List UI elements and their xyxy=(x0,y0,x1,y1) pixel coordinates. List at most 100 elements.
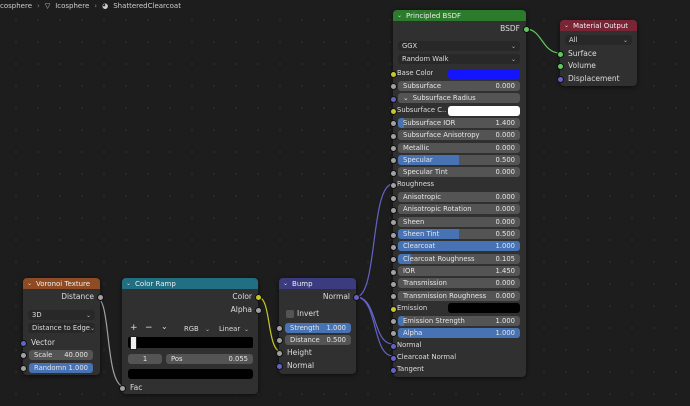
ramp-menu-button[interactable]: ⌄ xyxy=(161,322,168,331)
socket-bsdf[interactable] xyxy=(522,26,530,33)
value-field[interactable]: Specular Tint 0.000 xyxy=(398,167,520,178)
subsurface-method-select[interactable]: Random Walk ⌄ xyxy=(398,54,520,64)
socket-input[interactable] xyxy=(389,132,397,140)
value-field[interactable]: Transmission 0.000 xyxy=(398,278,520,289)
socket-distance[interactable] xyxy=(96,294,104,301)
socket-input[interactable] xyxy=(389,243,397,251)
socket-input[interactable] xyxy=(389,108,397,116)
invert-checkbox[interactable] xyxy=(286,310,294,318)
colorramp-header[interactable]: ⌄ Color Ramp xyxy=(122,278,258,289)
socket-distance[interactable] xyxy=(275,337,283,344)
bump-header[interactable]: ⌄ Bump xyxy=(279,278,356,289)
color-swatch[interactable] xyxy=(448,105,520,116)
interpolation-select[interactable]: Linear ⌄ xyxy=(215,324,253,334)
distribution-select[interactable]: GGX ⌄ xyxy=(398,41,520,51)
chevron-down-icon[interactable]: ⌄ xyxy=(564,22,569,29)
socket-input[interactable] xyxy=(389,83,397,91)
socket-strength[interactable] xyxy=(275,325,283,332)
socket-input[interactable] xyxy=(389,330,397,338)
voronoi-dimension-select[interactable]: 3D ⌄ xyxy=(28,310,95,320)
socket-surface[interactable] xyxy=(556,51,564,58)
socket-normal-out[interactable] xyxy=(352,294,360,301)
socket-normal-in[interactable] xyxy=(275,363,283,370)
socket-input[interactable] xyxy=(389,219,397,227)
socket-input[interactable] xyxy=(389,157,397,165)
value-field[interactable]: Subsurface Anisotropy 0.000 xyxy=(398,130,520,141)
vector-dropdown[interactable]: ⌄ Subsurface Radius xyxy=(398,93,520,104)
voronoi-texture-node[interactable]: ⌄ Voronoi Texture Distance 3D ⌄ Distance … xyxy=(19,278,104,375)
color-ramp-node[interactable]: ⌄ Color Ramp Color Alpha + − ⌄ RGB ⌄ Line… xyxy=(118,278,262,394)
socket-input[interactable] xyxy=(389,367,397,375)
socket-input[interactable] xyxy=(389,120,397,128)
socket-height[interactable] xyxy=(275,350,283,357)
socket-input[interactable] xyxy=(389,256,397,264)
bump-strength-field[interactable]: Strength 1.000 xyxy=(285,323,351,333)
socket-input[interactable] xyxy=(389,95,397,103)
socket-input[interactable] xyxy=(389,182,397,190)
socket-input[interactable] xyxy=(389,206,397,214)
breadcrumb-mesh[interactable]: Icosphere xyxy=(55,2,89,10)
stop-color-swatch[interactable] xyxy=(128,369,253,379)
socket-input[interactable] xyxy=(389,293,397,301)
color-stop-handle[interactable] xyxy=(130,336,137,350)
socket-color[interactable] xyxy=(254,294,262,301)
socket-input[interactable] xyxy=(389,194,397,202)
socket-input[interactable] xyxy=(389,355,397,363)
remove-stop-button[interactable]: − xyxy=(145,323,153,333)
socket-vector[interactable] xyxy=(19,340,27,347)
value-field[interactable]: IOR 1.450 xyxy=(398,266,520,277)
value-field[interactable]: Anisotropic 0.000 xyxy=(398,192,520,202)
add-stop-button[interactable]: + xyxy=(130,323,138,333)
socket-input[interactable] xyxy=(389,169,397,177)
chevron-down-icon[interactable]: ⌄ xyxy=(27,280,32,287)
stop-index-field[interactable]: 1 xyxy=(128,354,162,364)
bump-distance-field[interactable]: Distance 0.500 xyxy=(285,335,351,345)
value-field[interactable]: Sheen Tint 0.500 xyxy=(398,229,520,240)
voronoi-header[interactable]: ⌄ Voronoi Texture xyxy=(23,278,100,289)
value-field[interactable]: Anisotropic Rotation 0.000 xyxy=(398,204,520,215)
material-output-node[interactable]: ⌄ Material Output All ⌄ Surface Volume Di… xyxy=(556,20,637,86)
socket-displacement[interactable] xyxy=(556,76,564,83)
principled-bsdf-node[interactable]: ⌄ Principled BSDF BSDF GGX ⌄ Random Walk ⌄… xyxy=(389,10,530,377)
socket-input[interactable] xyxy=(389,305,397,313)
socket-fac[interactable] xyxy=(118,385,126,392)
chevron-down-icon[interactable]: ⌄ xyxy=(397,12,402,19)
value-field[interactable]: Specular 0.500 xyxy=(398,154,520,165)
value-field[interactable]: Metallic 0.000 xyxy=(398,142,520,153)
chevron-down-icon[interactable]: ⌄ xyxy=(126,280,131,287)
breadcrumb-material[interactable]: ShatteredClearcoat xyxy=(113,2,181,10)
socket-input[interactable] xyxy=(389,268,397,276)
voronoi-randomness-field[interactable]: Randomn 1.000 xyxy=(29,363,93,373)
socket-input[interactable] xyxy=(389,342,397,350)
value-field[interactable]: Subsurface 0.000 xyxy=(398,80,520,91)
stop-position-field[interactable]: Pos 0.055 xyxy=(166,354,253,364)
socket-volume[interactable] xyxy=(556,63,564,70)
voronoi-scale-field[interactable]: Scale 40.000 xyxy=(29,350,93,360)
socket-randomness[interactable] xyxy=(19,365,27,372)
socket-scale[interactable] xyxy=(19,352,27,359)
color-ramp-gradient[interactable] xyxy=(128,337,253,348)
value-field[interactable]: Subsurface IOR 1.400 xyxy=(398,117,520,128)
socket-input[interactable] xyxy=(389,318,397,325)
voronoi-feature-select[interactable]: Distance to Edge ⌄ xyxy=(28,323,95,333)
socket-input[interactable] xyxy=(389,231,397,239)
color-swatch[interactable] xyxy=(448,303,520,314)
value-field[interactable]: Clearcoat 1.000 xyxy=(398,241,520,252)
value-field[interactable]: Alpha 1.000 xyxy=(398,327,520,338)
value-field[interactable]: Clearcoat Roughness 0.105 xyxy=(398,253,520,264)
socket-input[interactable] xyxy=(389,71,397,78)
chevron-down-icon[interactable]: ⌄ xyxy=(283,280,288,287)
value-field[interactable]: Transmission Roughness 0.000 xyxy=(398,290,520,301)
color-swatch[interactable] xyxy=(448,68,520,79)
colormode-select[interactable]: RGB ⌄ xyxy=(180,324,214,334)
value-field[interactable]: Sheen 0.000 xyxy=(398,216,520,227)
socket-alpha[interactable] xyxy=(254,307,262,314)
breadcrumb-object[interactable]: cosphere xyxy=(0,2,32,10)
value-field[interactable]: Emission Strength 1.000 xyxy=(398,315,520,326)
bsdf-header[interactable]: ⌄ Principled BSDF xyxy=(393,10,526,21)
output-header[interactable]: ⌄ Material Output xyxy=(560,20,637,31)
socket-input[interactable] xyxy=(389,145,397,153)
output-target-select[interactable]: All ⌄ xyxy=(565,35,632,45)
bump-node[interactable]: ⌄ Bump Normal Invert Strength 1.000 Dista… xyxy=(275,278,360,374)
socket-input[interactable] xyxy=(389,280,397,288)
